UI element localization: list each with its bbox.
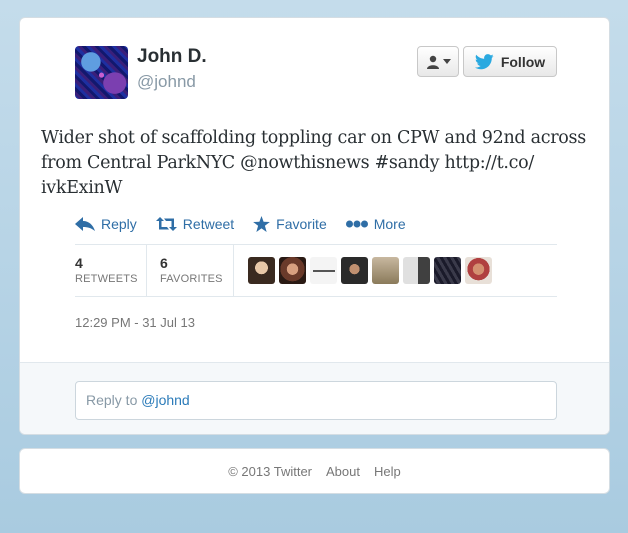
favorites-label: FAVORITES: [160, 273, 223, 285]
retweet-icon: [155, 217, 177, 231]
star-icon: [253, 216, 271, 232]
favoriter-avatar[interactable]: [248, 257, 275, 284]
favoriter-avatar[interactable]: [310, 257, 337, 284]
reply-area: Reply to @johnd: [20, 362, 609, 434]
person-icon: [426, 55, 439, 69]
retweet-label: Retweet: [182, 216, 235, 232]
tweet-text: Wider shot of scaffolding toppling car o…: [41, 126, 601, 201]
twitter-bird-icon: [474, 53, 494, 69]
reply-label: Reply: [101, 216, 137, 232]
favorites-stat[interactable]: 6 FAVORITES: [147, 245, 234, 296]
follow-label: Follow: [500, 53, 546, 70]
favoriter-avatars: [248, 257, 492, 284]
more-dots-icon: [345, 220, 368, 228]
favoriter-avatar[interactable]: [465, 257, 492, 284]
favorite-action[interactable]: Favorite: [253, 216, 327, 232]
retweets-label: RETWEETS: [75, 273, 138, 285]
favorite-label: Favorite: [276, 216, 327, 232]
favoriter-avatar[interactable]: [279, 257, 306, 284]
retweet-action[interactable]: Retweet: [155, 216, 235, 232]
tweet-actions: Reply Retweet Favorite More: [75, 216, 406, 232]
retweets-count: 4: [75, 255, 83, 271]
tweet-stats: 4 RETWEETS 6 FAVORITES: [75, 244, 557, 297]
user-handle[interactable]: @johnd: [137, 72, 196, 92]
follow-button[interactable]: Follow: [463, 46, 557, 77]
tweet-text-line: from Central ParkNYC @nowthisnews #sandy…: [41, 153, 534, 173]
retweets-stat[interactable]: 4 RETWEETS: [75, 245, 147, 296]
copyright-text: © 2013 Twitter: [228, 463, 313, 479]
reply-icon: [75, 217, 95, 231]
tweet-timestamp[interactable]: 12:29 PM - 31 Jul 13: [75, 315, 195, 330]
tweet-text-line: Wider shot of scaffolding toppling car o…: [41, 128, 586, 148]
reply-placeholder: Reply to: [86, 392, 142, 408]
user-name[interactable]: John D.: [137, 46, 207, 68]
favoriter-avatar[interactable]: [403, 257, 430, 284]
reply-mention: @johnd: [141, 392, 190, 408]
about-link[interactable]: About: [326, 464, 360, 479]
user-avatar[interactable]: [75, 46, 128, 99]
page-footer: © 2013 Twitter About Help: [19, 448, 610, 494]
reply-action[interactable]: Reply: [75, 216, 137, 232]
more-action[interactable]: More: [345, 216, 406, 232]
more-label: More: [373, 216, 406, 232]
caret-down-icon: [442, 58, 451, 64]
user-actions-dropdown[interactable]: [417, 46, 459, 77]
reply-input[interactable]: Reply to @johnd: [75, 381, 557, 420]
favorites-count: 6: [160, 255, 168, 271]
favoriter-avatar[interactable]: [341, 257, 368, 284]
tweet-text-line: ivkExinW: [41, 178, 123, 198]
favoriter-avatar[interactable]: [434, 257, 461, 284]
help-link[interactable]: Help: [374, 464, 401, 479]
favoriter-avatar[interactable]: [372, 257, 399, 284]
tweet-card: John D. @johnd Follow Wider shot of scaf…: [19, 17, 610, 435]
